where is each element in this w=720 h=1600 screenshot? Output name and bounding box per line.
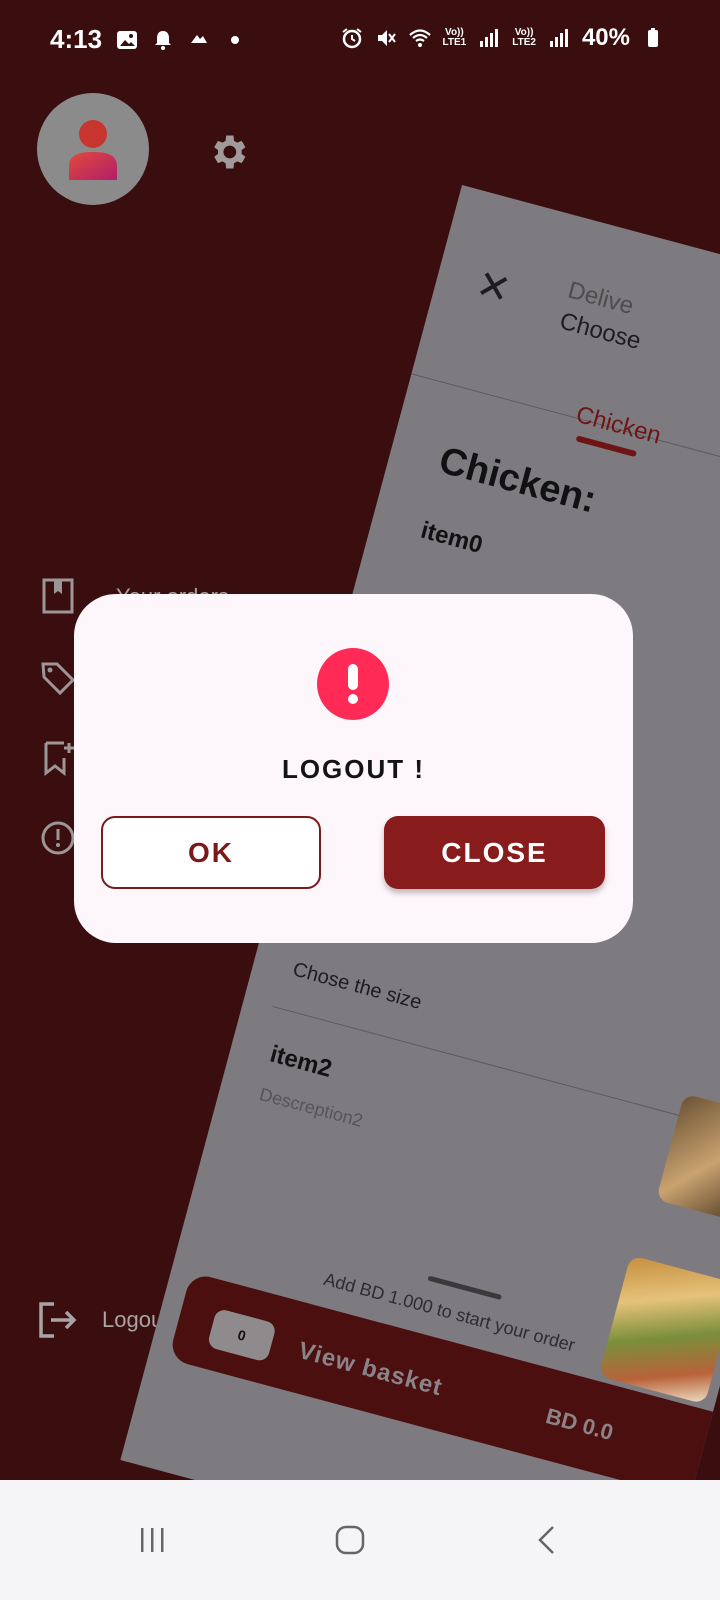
signal-icon-2 <box>549 29 568 47</box>
status-bar: 4:13 Vo)) LTE1 Vo)) LTE2 40% <box>0 0 720 58</box>
dot-icon <box>231 35 240 44</box>
close-button[interactable]: CLOSE <box>384 816 605 889</box>
gallery-icon <box>117 30 138 49</box>
info-icon[interactable] <box>40 820 76 856</box>
item-description-2: Descreption2 <box>257 1084 365 1131</box>
alarm-icon <box>341 28 362 49</box>
sim1-indicator: Vo)) LTE1 <box>442 27 467 48</box>
gear-icon[interactable] <box>206 130 250 174</box>
sheet-handle <box>427 1275 503 1301</box>
sim2-indicator: Vo)) LTE2 <box>512 27 536 48</box>
back-icon <box>538 1526 554 1554</box>
ok-button[interactable]: OK <box>101 816 321 889</box>
view-basket-label: View basket <box>295 1336 446 1402</box>
app-notification-icon <box>191 34 208 43</box>
basket-total: BD 0.0 <box>543 1403 616 1446</box>
system-nav-bar <box>0 1480 720 1600</box>
item-title-0[interactable]: item0 <box>418 517 486 560</box>
signal-icon-1 <box>480 29 499 47</box>
logout-icon <box>39 1302 77 1338</box>
back-button[interactable] <box>518 1510 578 1570</box>
home-button[interactable] <box>320 1510 380 1570</box>
battery-percent: 40% <box>581 24 630 51</box>
alert-icon <box>317 648 389 720</box>
status-right: Vo)) LTE1 Vo)) LTE2 40% <box>341 24 664 52</box>
tag-icon[interactable] <box>40 660 76 696</box>
basket-count-badge: 0 <box>206 1307 277 1363</box>
recents-icon <box>141 1528 164 1552</box>
bell-icon <box>155 30 172 50</box>
logout-dialog: LOGOUT ! OK CLOSE <box>74 594 633 943</box>
book-icon[interactable] <box>40 578 76 614</box>
item-image[interactable] <box>598 1255 720 1405</box>
item-image[interactable] <box>655 1093 720 1226</box>
status-left: 4:13 <box>50 24 246 55</box>
status-time: 4:13 <box>50 24 103 54</box>
close-icon[interactable]: ✕ <box>471 261 515 314</box>
home-icon <box>335 1525 365 1555</box>
section-title: Chicken: <box>434 439 601 522</box>
user-icon <box>69 120 117 180</box>
battery-icon <box>648 28 658 47</box>
recent-apps-button[interactable] <box>122 1510 182 1570</box>
logout-item[interactable]: Logout <box>38 1301 169 1339</box>
avatar[interactable] <box>37 93 149 205</box>
chose-size-label: Chose the size <box>290 958 424 1014</box>
item-title-2[interactable]: item2 <box>267 1041 335 1084</box>
dialog-title: LOGOUT ! <box>281 754 426 784</box>
mute-icon <box>377 30 396 46</box>
wifi-icon <box>408 29 431 47</box>
bookmark-add-icon[interactable] <box>40 740 76 776</box>
